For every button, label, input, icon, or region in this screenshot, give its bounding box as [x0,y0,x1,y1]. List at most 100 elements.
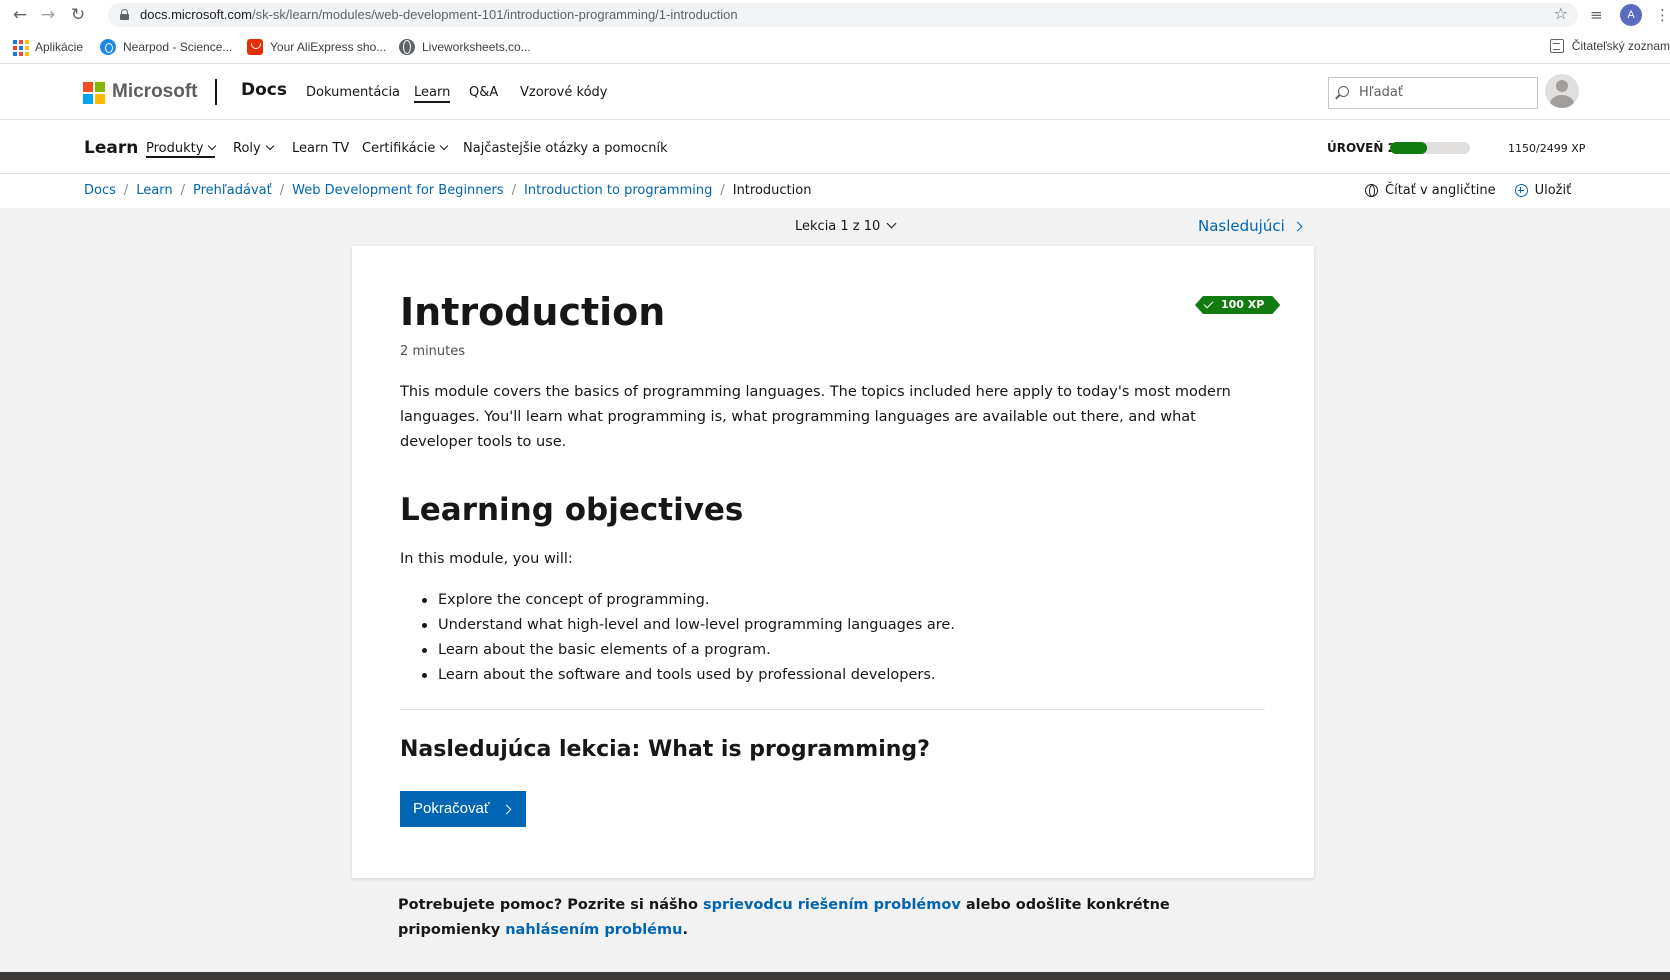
chevron-down-icon [208,141,217,151]
breadcrumb-learn[interactable]: Learn [136,183,172,198]
breadcrumb-separator: / [279,183,285,198]
search-input[interactable]: Hľadať [1328,77,1538,109]
xp-badge: 100 XP [1195,296,1280,314]
divider [400,709,1265,710]
lesson-duration: 2 minutes [400,344,466,359]
save-link[interactable]: Uložiť [1535,183,1572,198]
nav-learn-tv[interactable]: Learn TV [292,141,349,156]
next-unit-label: Nasledujúci [1198,217,1285,235]
apps-grid-icon [12,39,29,56]
nav-vzorove-kody[interactable]: Vzorové kódy [520,85,607,100]
nav-label: Roly [233,141,261,156]
xp-progress-fill [1390,142,1427,154]
bottom-strip [0,972,1670,980]
nav-label: Certifikácie [362,141,436,156]
breadcrumb-bar: Docs / Learn / Prehľadávať / Web Development f… [0,174,1670,208]
objectives-heading: Learning objectives [400,492,744,528]
nav-learn[interactable]: Learn [414,85,451,103]
breadcrumb-docs[interactable]: Docs [84,183,116,198]
lesson-card: 100 XP Introduction 2 minutes This modul… [352,246,1314,878]
bookmark-nearpod[interactable]: Nearpod - Science... [100,39,232,55]
microsoft-brand[interactable]: Microsoft [112,81,198,103]
nav-dokumentacia[interactable]: Dokumentácia [306,85,400,100]
breadcrumb-separator: / [123,183,129,198]
read-in-english-link[interactable]: Čítať v angličtine [1385,183,1496,198]
list-item: Learn about the software and tools used … [400,663,1245,688]
microsoft-logo-icon[interactable] [83,82,105,104]
profile-avatar[interactable]: A [1620,4,1642,26]
reading-list-button[interactable]: Čitateľský zoznam [1549,39,1670,53]
breadcrumb-path[interactable]: Web Development for Beginners [292,183,504,198]
xp-badge-label: 100 XP [1221,298,1265,311]
chevron-right-icon [501,804,511,815]
lesson-counter-dropdown[interactable]: Lekcia 1 z 10 [795,218,897,234]
nav-certifikacie[interactable]: Certifikácie [362,141,449,156]
media-queue-icon[interactable]: ≡ [1590,5,1603,25]
globe-icon [1365,184,1378,197]
breadcrumb: Docs / Learn / Prehľadávať / Web Development f… [84,183,811,198]
nav-qa[interactable]: Q&A [469,85,498,100]
bookmark-label: Aplikácie [35,40,84,54]
add-circle-icon [1514,184,1528,197]
breadcrumb-current: Introduction [732,183,812,198]
bookmark-label: Your AliExpress sho... [270,40,387,54]
globe-icon [399,39,415,55]
bookmarks-bar: Aplikácie Nearpod - Science... Your AliE… [0,30,1670,64]
bookmark-star-icon[interactable]: ☆ [1554,4,1568,23]
brand-divider [215,79,217,105]
nav-produkty[interactable]: Produkty [146,141,217,158]
chevron-down-icon [265,141,274,151]
list-item: Learn about the basic elements of a prog… [400,638,1245,663]
address-bar[interactable]: docs.microsoft.com/sk-sk/learn/modules/w… [108,3,1578,27]
reload-icon[interactable]: ↻ [68,5,88,25]
lesson-counter-label: Lekcia 1 z 10 [795,219,881,234]
xp-progress-bar [1390,142,1470,154]
report-issue-link[interactable]: nahlásením problému [505,922,682,938]
bookmark-aliexpress[interactable]: Your AliExpress sho... [247,39,386,55]
bookmark-label: Liveworksheets.co... [422,40,531,54]
nav-roly[interactable]: Roly [233,141,274,156]
objectives-list: Explore the concept of programming. Unde… [400,588,1245,688]
aliexpress-icon [247,39,263,55]
chevron-right-icon [1292,221,1303,232]
list-item: Explore the concept of programming. [400,588,1245,613]
bookmark-label: Nearpod - Science... [123,40,233,54]
search-icon [1338,86,1349,97]
help-text-part: Potrebujete pomoc? Pozrite si nášho [398,897,703,913]
reading-list-label: Čitateľský zoznam [1571,39,1670,53]
breadcrumb-separator: / [511,183,517,198]
nav-faq-help[interactable]: Najčastejšie otázky a pomocník [463,141,668,156]
continue-button[interactable]: Pokračovať [400,791,526,827]
level-label: ÚROVEŇ 2 [1327,141,1396,155]
learn-nav: Learn Produkty Roly Learn TV Certifikáci… [0,120,1670,174]
help-text-part: . [682,922,688,938]
forward-arrow-icon[interactable]: → [38,5,58,25]
bookmark-apps[interactable]: Aplikácie [12,39,84,56]
page-title: Introduction [400,290,666,334]
xp-text: 1150/2499 XP [1508,142,1586,155]
browser-toolbar: ← → ↻ docs.microsoft.com/sk-sk/learn/mod… [0,0,1670,30]
browser-menu-icon[interactable]: ⋮ [1655,5,1670,25]
docs-home-link[interactable]: Docs [241,80,287,100]
breadcrumb-module[interactable]: Introduction to programming [524,183,712,198]
nearpod-icon [100,39,116,55]
troubleshooting-guide-link[interactable]: sprievodcu riešením problémov [703,897,961,913]
page-actions: Čítať v angličtine Uložiť [1365,183,1571,198]
intro-paragraph: This module covers the basics of program… [400,384,1231,450]
continue-label: Pokračovať [413,800,490,817]
chevron-down-icon [886,218,897,229]
breadcrumb-browse[interactable]: Prehľadávať [193,183,272,198]
checkmark-icon [1204,299,1214,309]
help-text: Potrebujete pomoc? Pozrite si nášho spri… [398,893,1198,943]
url-text: docs.microsoft.com/sk-sk/learn/modules/w… [140,7,738,22]
objectives-lead: In this module, you will: [400,551,573,567]
breadcrumb-separator: / [180,183,186,198]
reading-list-icon [1549,39,1564,53]
back-arrow-icon[interactable]: ← [10,5,30,25]
list-item: Understand what high-level and low-level… [400,613,1245,638]
docs-header: Microsoft Docs Dokumentácia Learn Q&A Vz… [0,64,1670,120]
bookmark-liveworksheets[interactable]: Liveworksheets.co... [399,39,531,55]
learn-home-link[interactable]: Learn [84,138,138,158]
next-unit-link[interactable]: Nasledujúci [1198,217,1303,235]
user-avatar[interactable] [1545,74,1579,108]
